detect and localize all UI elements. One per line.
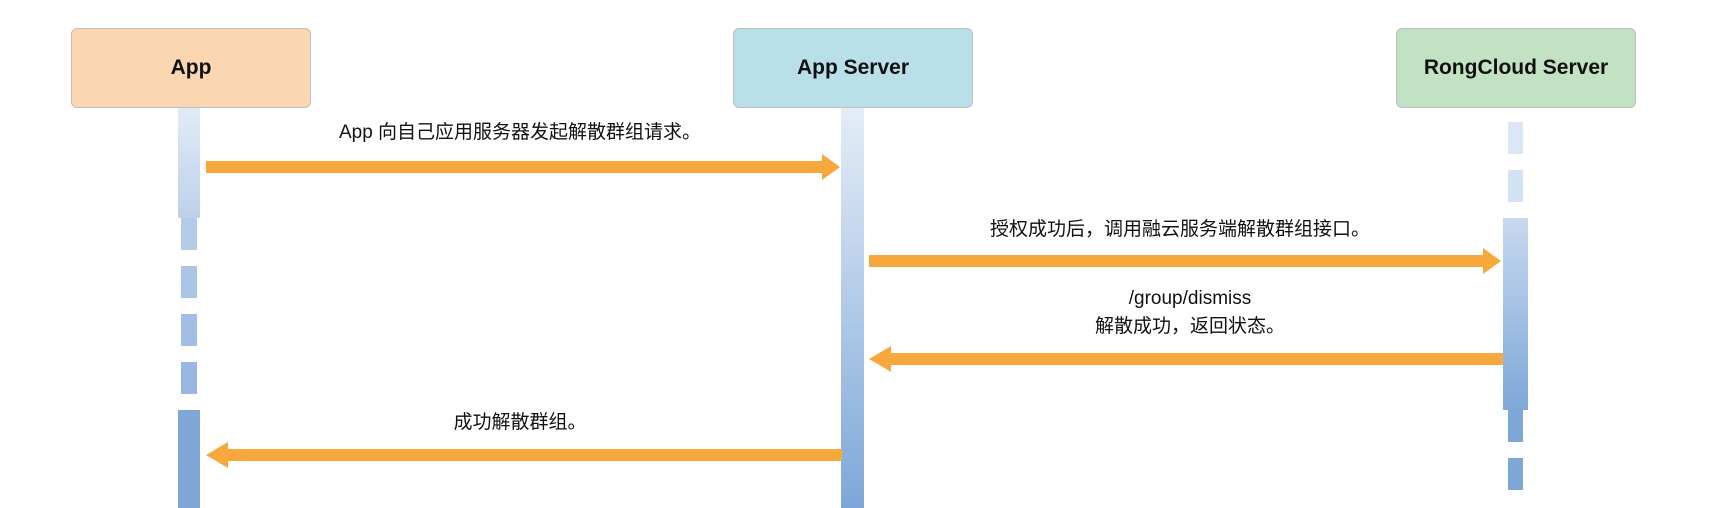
participant-app-server-label: App Server [796, 56, 910, 79]
message-1-label: App 向自己应用服务器发起解散群组请求。 [338, 122, 702, 143]
rongcloud-lifeline [1503, 122, 1528, 490]
participant-rongcloud-server-label: RongCloud Server [1423, 56, 1609, 79]
participant-app: App [71, 28, 311, 108]
arrow-app-to-server [206, 154, 840, 180]
message-3-label-line2: 解散成功，返回状态。 [1094, 316, 1285, 337]
message-4-label: 成功解散群组。 [453, 412, 587, 433]
participant-app-server: App Server [733, 28, 973, 108]
message-2-label: 授权成功后，调用融云服务端解散群组接口。 [989, 219, 1370, 240]
app-server-lifeline [841, 108, 864, 508]
message-3-label-line1: /group/dismiss [1128, 288, 1252, 309]
participant-rongcloud-server: RongCloud Server [1396, 28, 1636, 108]
arrow-server-to-rongcloud [869, 248, 1501, 274]
arrow-server-to-app [206, 442, 842, 468]
participant-app-label: App [170, 56, 212, 79]
arrow-rongcloud-to-server [869, 346, 1503, 372]
app-lifeline [178, 108, 200, 508]
